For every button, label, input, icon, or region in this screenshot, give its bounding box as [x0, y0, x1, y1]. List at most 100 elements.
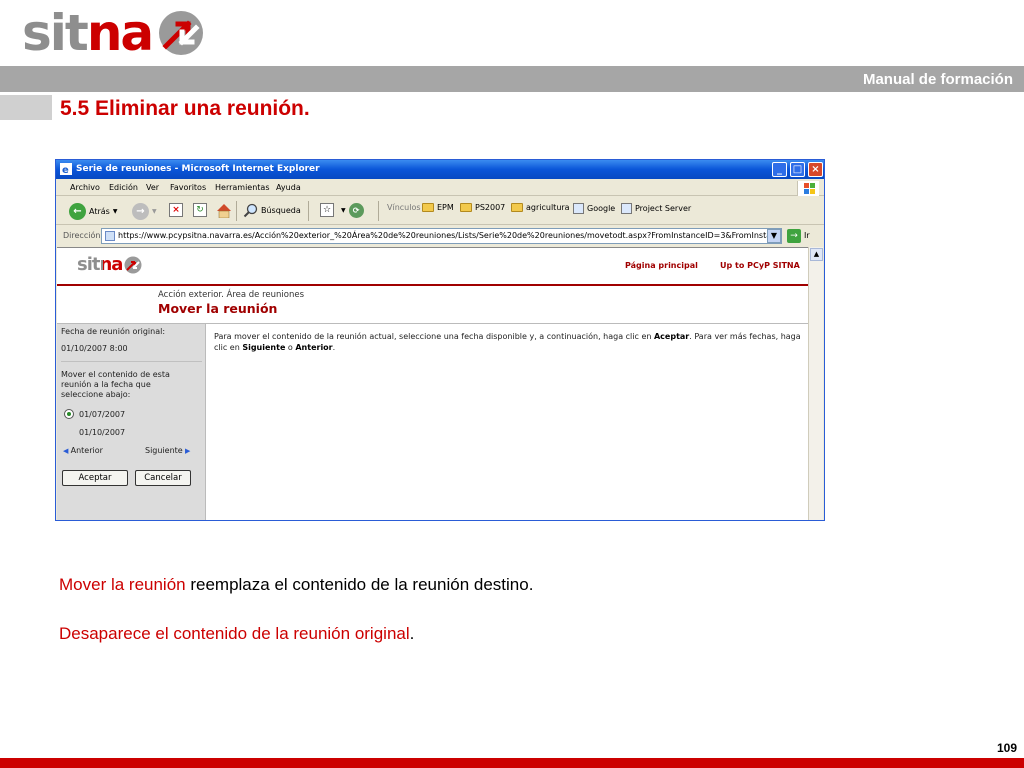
refresh-button[interactable]: ↻	[193, 203, 207, 217]
toolbar-separator	[236, 201, 237, 221]
forward-dropdown-icon: ▼	[152, 208, 157, 215]
link-google[interactable]: Google	[573, 203, 615, 214]
instructions-part3: o	[285, 342, 296, 352]
section-title: 5.5 Eliminar una reunión.	[60, 97, 310, 120]
page-title: Mover la reunión	[158, 301, 278, 316]
bullet1-highlight: Mover la reunión	[59, 575, 186, 594]
link-project-server[interactable]: Project Server	[621, 203, 691, 214]
back-label: Atrás	[89, 207, 110, 216]
instructions-prev: Anterior	[295, 342, 333, 352]
original-date-value: 01/10/2007 8:00	[61, 344, 128, 353]
page-icon	[105, 231, 115, 241]
logo-text-sit: sit	[22, 4, 89, 62]
next-link[interactable]: Siguiente ▶	[145, 446, 190, 455]
menu-ayuda[interactable]: Ayuda	[276, 183, 301, 192]
sitna-logo: sitna	[22, 6, 204, 60]
home-icon	[217, 204, 231, 218]
header-divider	[57, 284, 810, 286]
menu-edicion[interactable]: Edición	[109, 183, 138, 192]
bullet2-highlight: Desaparece el contenido de la reunión or…	[59, 624, 410, 643]
nav-link-home[interactable]: Página principal	[625, 261, 698, 270]
instructions-text: Para mover el contenido de la reunión ac…	[214, 332, 804, 353]
toolbar-separator	[378, 201, 379, 221]
back-arrow-icon: ←	[69, 203, 86, 220]
address-dropdown-icon[interactable]: ▼	[767, 229, 781, 243]
instructions-next: Siguiente	[242, 342, 286, 352]
page-icon	[573, 203, 584, 214]
link-project-server-label: Project Server	[635, 204, 692, 213]
sharepoint-logo-text: sitna	[77, 254, 123, 275]
sitna-arrows-icon	[124, 256, 142, 273]
media-button[interactable]: ▼ ⟳	[341, 203, 364, 218]
link-agricultura-label: agricultura	[526, 203, 570, 212]
browser-titlebar: e Serie de reuniones - Microsoft Interne…	[56, 160, 824, 179]
folder-icon	[422, 203, 434, 212]
link-agricultura[interactable]: agricultura	[511, 203, 570, 212]
minimize-button[interactable]: _	[772, 162, 787, 177]
vertical-scrollbar[interactable]: ▲	[808, 247, 823, 520]
scroll-up-icon[interactable]: ▲	[810, 248, 823, 261]
move-instruction-label: Mover el contenido de esta reunión a la …	[61, 370, 170, 399]
search-icon	[243, 203, 258, 218]
nav-link-up[interactable]: Up to PCyP SITNA	[720, 261, 800, 270]
link-google-label: Google	[587, 204, 616, 213]
link-ps2007[interactable]: PS2007	[460, 203, 505, 212]
search-label: Búsqueda	[261, 206, 301, 215]
panel-divider	[61, 361, 202, 362]
browser-title: Serie de reuniones - Microsoft Internet …	[76, 164, 320, 174]
go-arrow-icon[interactable]: →	[787, 229, 801, 243]
instructions-part1: Para mover el contenido de la reunión ac…	[214, 332, 654, 341]
favorites-button[interactable]: ☆	[320, 203, 334, 217]
stop-button[interactable]: ×	[169, 203, 183, 217]
next-label: Siguiente	[145, 446, 183, 455]
move-form-panel: Fecha de reunión original: 01/10/2007 8:…	[57, 324, 206, 520]
media-dropdown-icon: ▼	[341, 207, 346, 214]
home-button[interactable]	[216, 203, 232, 218]
page-content: sitna Página principal Up to PCyP SITNA …	[57, 247, 810, 520]
bullet-content-disappears: Desaparece el contenido de la reunión or…	[59, 624, 414, 644]
browser-toolbar: ← Atrás ▼ → ▼ × ↻ Búsqueda ☆ ▼ ⟳ Vínculo…	[56, 197, 824, 225]
link-epm[interactable]: EPM	[422, 203, 454, 212]
bullet-move-meeting: Mover la reunión reemplaza el contenido …	[59, 575, 533, 595]
instructions-accept: Aceptar	[653, 332, 690, 341]
logo-text-na: na	[86, 4, 154, 62]
sitna-arrows-icon	[159, 11, 204, 55]
search-button[interactable]: Búsqueda	[243, 203, 301, 218]
links-label: Vínculos	[387, 203, 421, 212]
menu-favoritos[interactable]: Favoritos	[170, 183, 206, 192]
refresh-icon: ↻	[193, 203, 207, 217]
maximize-button[interactable]: □	[790, 162, 805, 177]
address-bar: Dirección https://www.pcypsitna.navarra.…	[56, 226, 824, 246]
menu-herramientas[interactable]: Herramientas	[215, 183, 270, 192]
accept-button[interactable]: Aceptar	[62, 470, 128, 486]
forward-button[interactable]: → ▼	[132, 203, 157, 220]
page-icon	[621, 203, 632, 214]
stop-icon: ×	[169, 203, 183, 217]
previous-link[interactable]: ◀ Anterior	[63, 446, 103, 455]
right-arrow-icon: ▶	[182, 447, 191, 455]
back-dropdown-icon: ▼	[112, 208, 118, 215]
bullet1-text: reemplaza el contenido de la reunión des…	[185, 575, 534, 594]
menu-ver[interactable]: Ver	[146, 183, 159, 192]
link-epm-label: EPM	[437, 203, 454, 212]
date-option-1[interactable]: 01/07/2007	[79, 410, 221, 420]
folder-icon	[460, 203, 472, 212]
address-label: Dirección	[63, 231, 101, 240]
date-option-radio[interactable]	[64, 409, 74, 419]
cancel-button[interactable]: Cancelar	[135, 470, 191, 486]
manual-label: Manual de formación	[862, 71, 1013, 88]
date-option-2[interactable]: 01/10/2007	[79, 428, 221, 438]
close-button[interactable]: ×	[808, 162, 823, 177]
forward-arrow-icon: →	[132, 203, 149, 220]
link-ps2007-label: PS2007	[475, 203, 506, 212]
back-button[interactable]: ← Atrás ▼	[69, 203, 117, 220]
menu-archivo[interactable]: Archivo	[70, 183, 100, 192]
menu-bar: Archivo Edición Ver Favoritos Herramient…	[56, 180, 824, 196]
ie-logo-icon: e	[60, 163, 72, 175]
go-label[interactable]: Ir	[804, 231, 810, 240]
address-input[interactable]: https://www.pcypsitna.navarra.es/Acción%…	[101, 228, 782, 244]
breadcrumb: Acción exterior. Área de reuniones	[158, 290, 305, 300]
sharepoint-sitna-logo: sitna	[77, 254, 142, 275]
browser-window: e Serie de reuniones - Microsoft Interne…	[55, 159, 825, 521]
bullet2-text: .	[409, 624, 415, 643]
